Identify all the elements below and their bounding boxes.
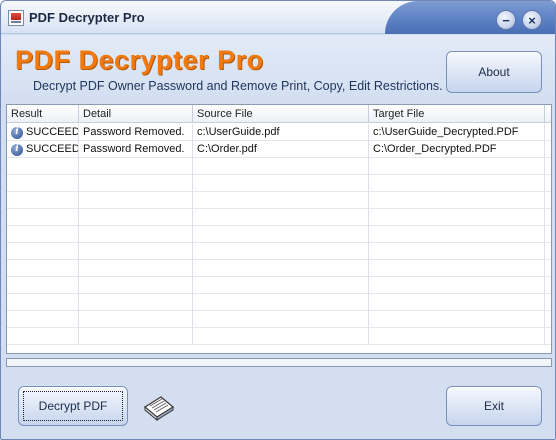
table-row-empty bbox=[7, 260, 551, 277]
empty-cell bbox=[193, 277, 369, 294]
empty-cell bbox=[79, 294, 193, 311]
empty-cell bbox=[79, 311, 193, 328]
table-row-empty bbox=[7, 277, 551, 294]
title-bar[interactable]: PDF Decrypter Pro − × bbox=[1, 1, 555, 34]
results-table[interactable]: Result Detail Source File Target File iS… bbox=[6, 104, 552, 354]
empty-cell bbox=[193, 260, 369, 277]
empty-cell bbox=[7, 328, 79, 345]
empty-cell bbox=[7, 260, 79, 277]
empty-cell bbox=[193, 328, 369, 345]
cell-result-text: SUCCEED bbox=[26, 143, 79, 155]
empty-cell bbox=[79, 226, 193, 243]
cell-detail-text: Password Removed. bbox=[83, 143, 185, 155]
empty-cell bbox=[193, 243, 369, 260]
app-window: PDF Decrypter Pro − × PDF Decrypter Pro … bbox=[0, 0, 556, 440]
cell-source-file-text: C:\Order.pdf bbox=[197, 143, 257, 155]
empty-cell bbox=[7, 226, 79, 243]
cell-result: i SUCCEED bbox=[7, 124, 79, 141]
empty-cell bbox=[7, 243, 79, 260]
empty-cell bbox=[79, 192, 193, 209]
empty-cell bbox=[79, 277, 193, 294]
empty-cell bbox=[7, 311, 79, 328]
column-header-source-file[interactable]: Source File bbox=[193, 105, 369, 123]
empty-cell bbox=[193, 209, 369, 226]
empty-cell bbox=[369, 294, 545, 311]
empty-cell bbox=[369, 311, 545, 328]
empty-cell bbox=[193, 226, 369, 243]
empty-cell bbox=[369, 209, 545, 226]
minimize-button[interactable]: − bbox=[496, 10, 516, 30]
app-subtitle: Decrypt PDF Owner Password and Remove Pr… bbox=[33, 79, 443, 93]
decrypt-pdf-button[interactable]: Decrypt PDF bbox=[18, 386, 128, 426]
empty-cell bbox=[79, 175, 193, 192]
empty-cell bbox=[369, 277, 545, 294]
about-button[interactable]: About bbox=[446, 51, 542, 93]
info-icon: i bbox=[11, 143, 23, 156]
cell-result-text: SUCCEED bbox=[26, 126, 79, 138]
empty-cell bbox=[369, 226, 545, 243]
empty-cell bbox=[369, 328, 545, 345]
cell-detail: Password Removed. bbox=[79, 124, 193, 141]
empty-cell bbox=[369, 175, 545, 192]
cell-target-file: c:\UserGuide_Decrypted.PDF bbox=[369, 124, 545, 141]
empty-cell bbox=[7, 277, 79, 294]
empty-cell bbox=[193, 175, 369, 192]
table-row[interactable]: i SUCCEED Password Removed. c:\UserGuide.pd… bbox=[7, 124, 551, 141]
cell-target-file-text: C:\Order_Decrypted.PDF bbox=[373, 143, 497, 155]
empty-cell bbox=[7, 192, 79, 209]
empty-cell bbox=[7, 158, 79, 175]
pdf-app-icon bbox=[8, 10, 24, 26]
empty-cell bbox=[79, 209, 193, 226]
cell-detail: Password Removed. bbox=[79, 141, 193, 158]
table-row-empty bbox=[7, 311, 551, 328]
table-row-empty bbox=[7, 192, 551, 209]
cell-source-file-text: c:\UserGuide.pdf bbox=[197, 126, 280, 138]
empty-cell bbox=[193, 192, 369, 209]
empty-cell bbox=[193, 311, 369, 328]
close-icon: × bbox=[528, 12, 536, 28]
empty-cell bbox=[79, 260, 193, 277]
app-title: PDF Decrypter Pro bbox=[15, 45, 264, 75]
table-row-empty bbox=[7, 209, 551, 226]
table-body: i SUCCEED Password Removed. c:\UserGuide.pd… bbox=[7, 124, 551, 345]
minimize-icon: − bbox=[502, 12, 510, 28]
paper-document-icon bbox=[143, 396, 175, 422]
close-button[interactable]: × bbox=[522, 10, 542, 30]
empty-cell bbox=[79, 158, 193, 175]
empty-cell bbox=[7, 294, 79, 311]
column-header-result[interactable]: Result bbox=[7, 105, 79, 123]
cell-source-file: c:\UserGuide.pdf bbox=[193, 124, 369, 141]
progress-bar bbox=[6, 358, 552, 367]
table-row-empty bbox=[7, 243, 551, 260]
exit-button[interactable]: Exit bbox=[446, 386, 542, 426]
table-row-empty bbox=[7, 175, 551, 192]
empty-cell bbox=[193, 158, 369, 175]
empty-cell bbox=[369, 192, 545, 209]
table-row[interactable]: i SUCCEED Password Removed. C:\Order.pdf C:\… bbox=[7, 141, 551, 158]
table-header: Result Detail Source File Target File bbox=[7, 105, 551, 123]
cell-detail-text: Password Removed. bbox=[83, 126, 185, 138]
table-row-empty bbox=[7, 158, 551, 175]
cell-target-file: C:\Order_Decrypted.PDF bbox=[369, 141, 545, 158]
empty-cell bbox=[7, 209, 79, 226]
cell-source-file: C:\Order.pdf bbox=[193, 141, 369, 158]
empty-cell bbox=[369, 260, 545, 277]
empty-cell bbox=[369, 243, 545, 260]
column-header-detail[interactable]: Detail bbox=[79, 105, 193, 123]
column-header-target-file[interactable]: Target File bbox=[369, 105, 545, 123]
cell-target-file-text: c:\UserGuide_Decrypted.PDF bbox=[373, 126, 519, 138]
table-row-empty bbox=[7, 294, 551, 311]
info-icon: i bbox=[11, 126, 23, 139]
empty-cell bbox=[7, 175, 79, 192]
table-row-empty bbox=[7, 328, 551, 345]
empty-cell bbox=[193, 294, 369, 311]
empty-cell bbox=[79, 328, 193, 345]
cell-result: i SUCCEED bbox=[7, 141, 79, 158]
table-row-empty bbox=[7, 226, 551, 243]
window-title: PDF Decrypter Pro bbox=[29, 10, 145, 25]
empty-cell bbox=[369, 158, 545, 175]
empty-cell bbox=[79, 243, 193, 260]
